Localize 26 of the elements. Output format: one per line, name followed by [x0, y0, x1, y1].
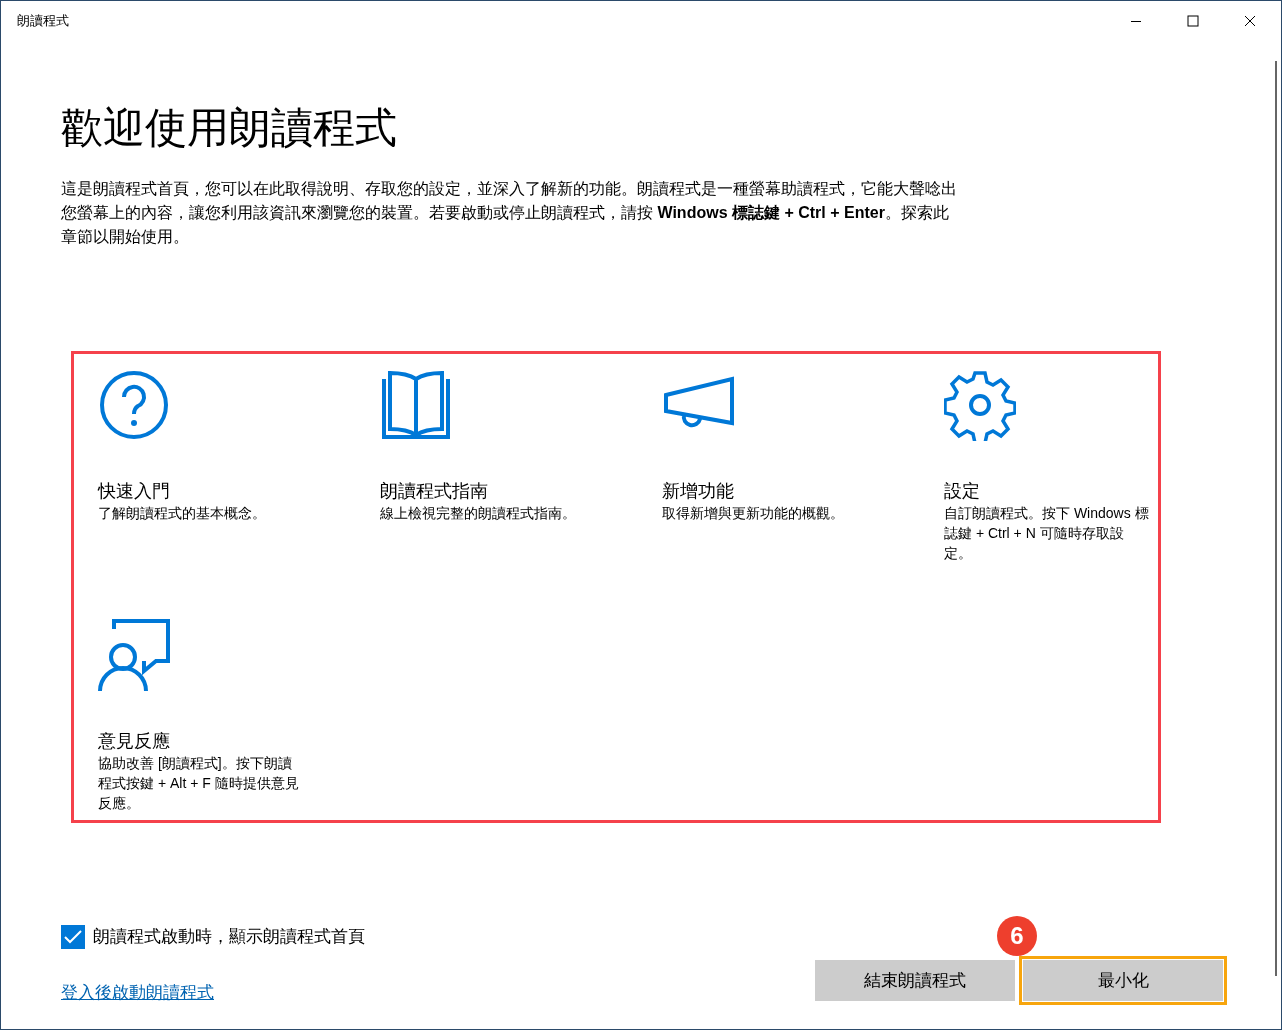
feature-description: 線上檢視完整的朗讀程式指南。: [380, 504, 577, 524]
checkbox[interactable]: [61, 924, 85, 949]
scrollbar[interactable]: [1275, 61, 1277, 976]
feature-description: 自訂朗讀程式。按下 Windows 標誌鍵 + Ctrl + N 可隨時存取設定。: [944, 504, 1149, 564]
close-icon: [1243, 15, 1256, 27]
person-speech-bubble-icon[interactable]: [98, 619, 170, 692]
dialog-button[interactable]: 最小化: [1023, 960, 1223, 1001]
feature-title[interactable]: 快速入門: [98, 479, 170, 504]
open-book-icon[interactable]: [380, 369, 452, 442]
feature-description: 了解朗讀程式的基本概念。: [98, 504, 267, 524]
step-number-badge: 6: [997, 916, 1037, 956]
startup-link[interactable]: 登入後啟動朗讀程式: [61, 979, 365, 1005]
maximize-icon: [1186, 15, 1199, 27]
help-icon[interactable]: [98, 369, 170, 442]
feature-description: 取得新增與更新功能的概觀。: [662, 504, 845, 524]
settings-icon[interactable]: [944, 369, 1016, 442]
feature-title[interactable]: 新增功能: [662, 479, 734, 504]
feature-title[interactable]: 意見反應: [98, 729, 170, 754]
checkbox-label[interactable]: 朗讀程式啟動時，顯示朗讀程式首頁: [93, 924, 365, 950]
feature-description: 協助改善 [朗讀程式]。按下朗讀程式按鍵 + Alt + F 隨時提供意見反應。: [98, 754, 300, 814]
intro-paragraph: 這是朗讀程式首頁，您可以在此取得說明、存取您的設定，並深入了解新的功能。朗讀程式是一種螢幕助讀程式，它能大聲唸出您螢幕上的內容，讓您利用該資訊來瀏覽您的裝置。若要啟動或停止朗讀程式，請按 Windows 標誌鍵 + Ctrl + Enter。探索此章節以開始使用。: [61, 179, 958, 248]
feature-title[interactable]: 設定: [944, 479, 980, 504]
dialog-button[interactable]: 結束朗讀程式: [815, 960, 1015, 1001]
window-title: 朗讀程式: [17, 12, 69, 31]
page-heading: 歡迎使用朗讀程式: [61, 103, 398, 153]
feature-title[interactable]: 朗讀程式指南: [380, 479, 488, 504]
